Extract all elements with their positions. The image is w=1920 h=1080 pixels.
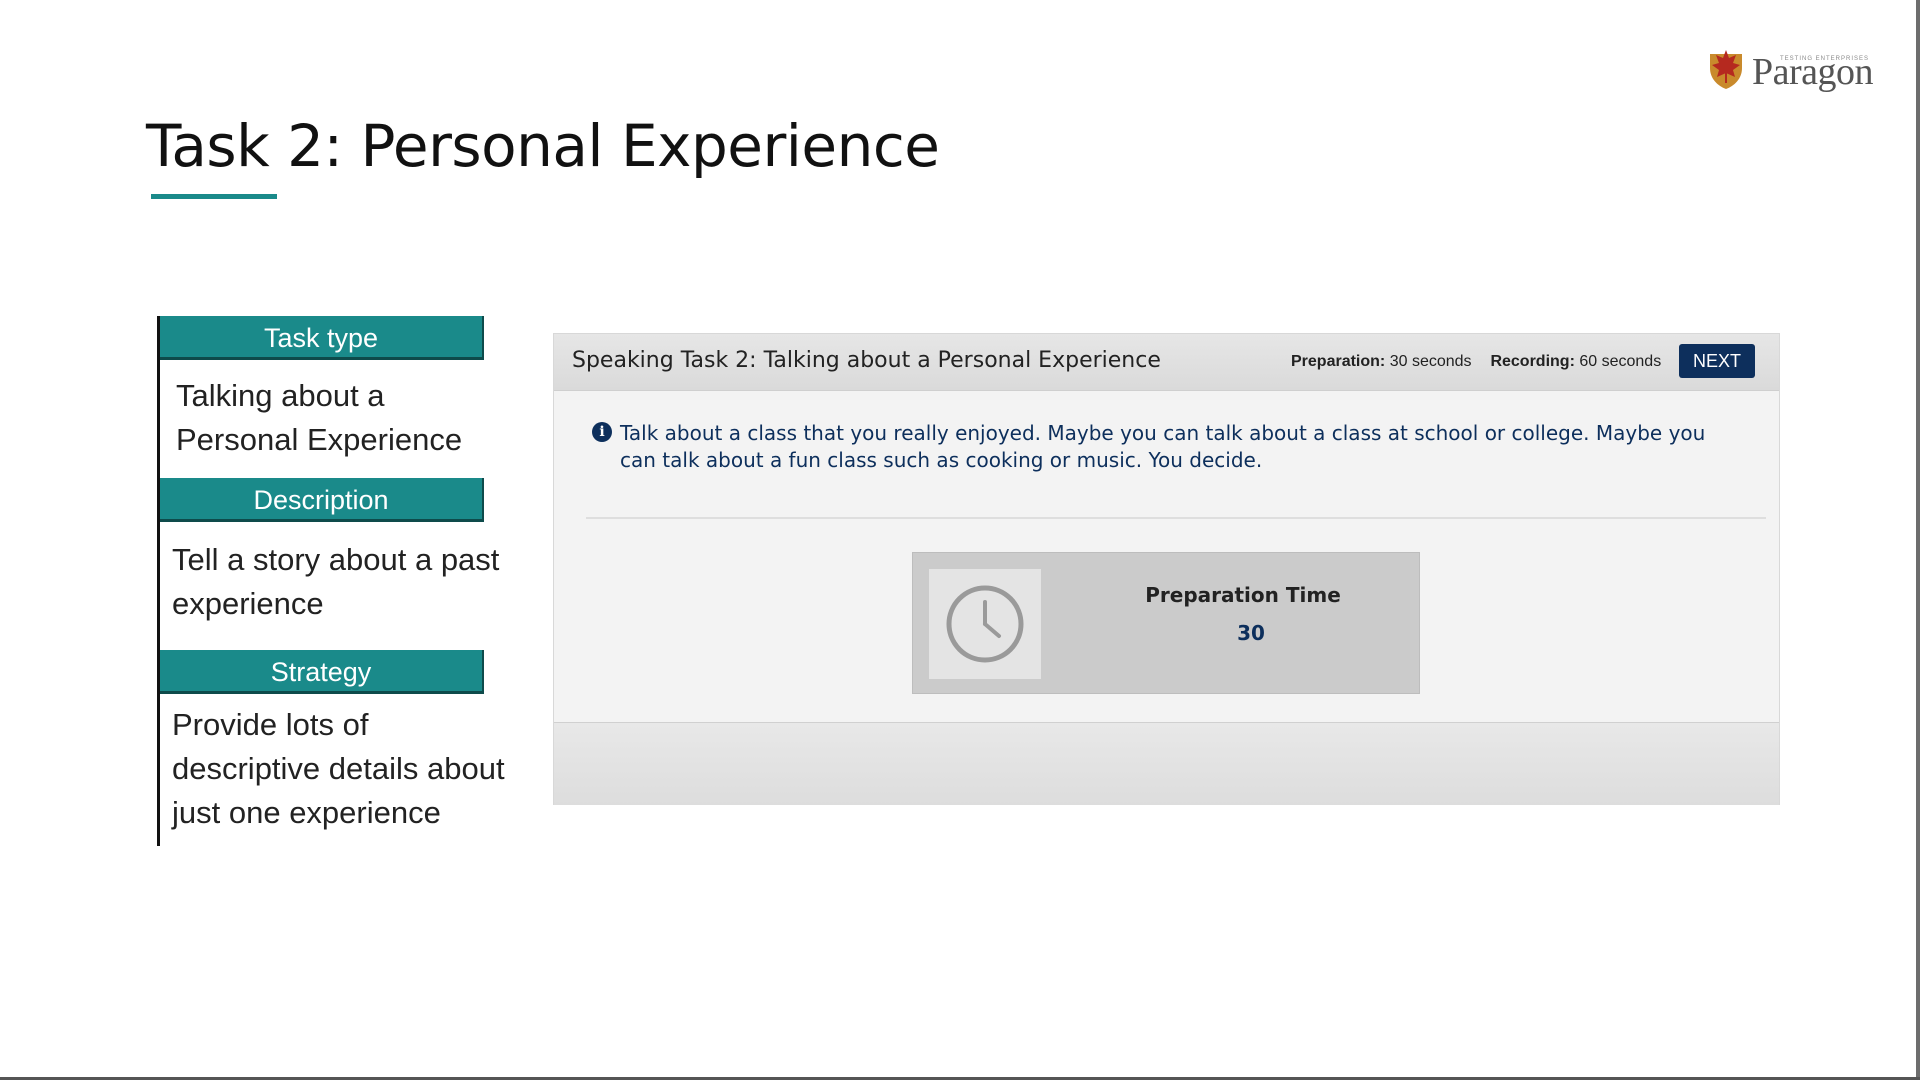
strategy-line: descriptive details about — [172, 751, 505, 786]
maple-leaf-shield-icon — [1710, 50, 1742, 89]
title-underline — [151, 194, 277, 199]
preparation-timer-box: Preparation Time 30 — [912, 552, 1420, 694]
logo-wordmark: Paragon — [1752, 51, 1874, 93]
preparation-time-label: Preparation Time — [1145, 583, 1341, 607]
slide: TESTING ENTERPRISES Paragon Task 2: Pers… — [0, 0, 1920, 1080]
panel-footer — [554, 722, 1779, 805]
recording-value: 60 seconds — [1579, 353, 1662, 370]
task-type-text: Talking about a Personal Experience — [176, 374, 516, 462]
task-info-column: Task type Talking about a Personal Exper… — [157, 316, 520, 846]
strategy-line: just one experience — [172, 795, 441, 830]
page-title: Task 2: Personal Experience — [146, 112, 940, 180]
panel-title: Speaking Task 2: Talking about a Persona… — [572, 348, 1161, 373]
description-line: Tell a story about a past — [172, 542, 500, 577]
preparation-value: 30 seconds — [1389, 353, 1472, 370]
preparation-label: Preparation: — [1291, 353, 1386, 370]
panel-header: Speaking Task 2: Talking about a Persona… — [554, 334, 1779, 391]
description-header: Description — [160, 478, 484, 522]
strategy-line: Provide lots of — [172, 707, 369, 742]
task-type-line: Personal Experience — [176, 422, 463, 457]
frame-border-right — [1916, 0, 1920, 1080]
description-text: Tell a story about a past experience — [172, 538, 512, 626]
clock-tile — [929, 569, 1041, 679]
timing-info: Preparation: 30 seconds Recording: 60 se… — [1291, 353, 1661, 371]
strategy-text: Provide lots of descriptive details abou… — [172, 703, 512, 835]
task-type-line: Talking about a — [176, 378, 385, 413]
recording-label: Recording: — [1490, 353, 1575, 370]
divider — [586, 517, 1766, 519]
description-line: experience — [172, 586, 324, 621]
task-prompt: Talk about a class that you really enjoy… — [620, 421, 1706, 472]
paragon-logo: TESTING ENTERPRISES Paragon — [1706, 44, 1876, 100]
strategy-header: Strategy — [160, 650, 484, 694]
preparation-time-value: 30 — [1237, 621, 1265, 645]
task-type-header: Task type — [160, 316, 484, 360]
clock-icon — [946, 585, 1024, 663]
next-button[interactable]: NEXT — [1679, 344, 1755, 378]
info-icon: i — [592, 422, 612, 442]
speaking-task-panel: Speaking Task 2: Talking about a Persona… — [553, 333, 1780, 805]
